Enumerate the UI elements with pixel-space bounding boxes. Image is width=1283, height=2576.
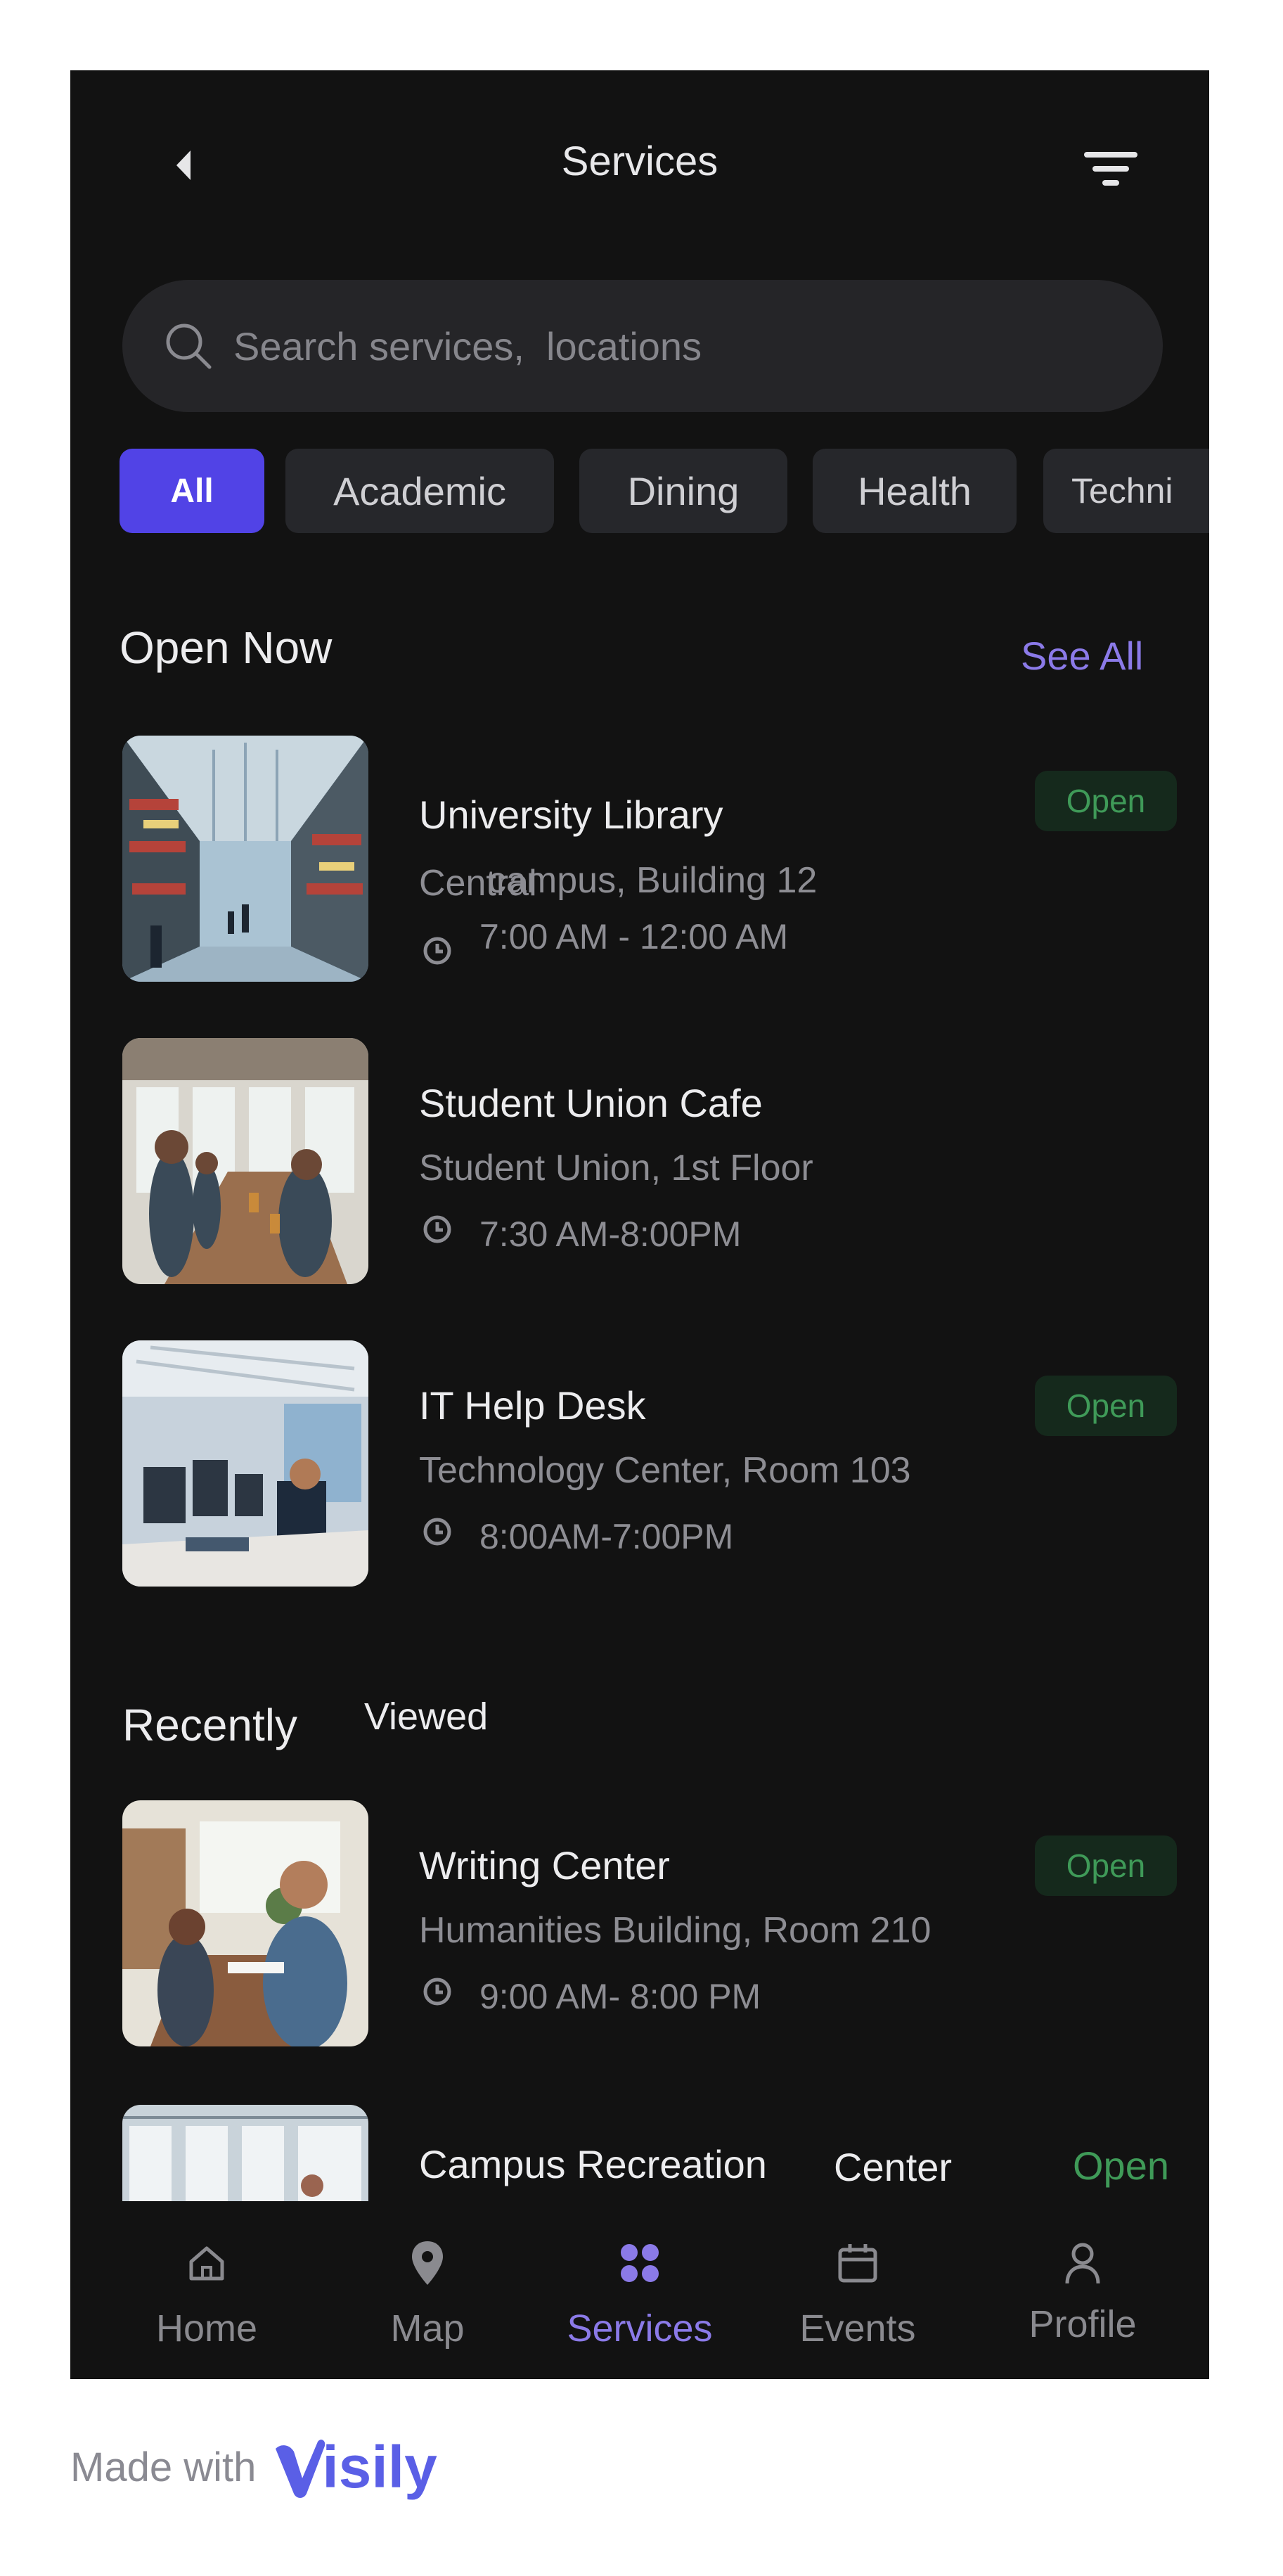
bottom-nav: Home Map Services Events Profile: [70, 2201, 1209, 2379]
clock-icon: [419, 933, 456, 969]
service-card-university-library[interactable]: University Library Central campus, Build…: [122, 736, 1205, 982]
clock-icon: [419, 1973, 456, 2010]
service-hours: 7:00 AM - 12:00 AM: [419, 904, 788, 969]
service-name: IT Help Desk: [419, 1383, 646, 1428]
nav-label: Profile: [1029, 2303, 1137, 2345]
nav-item-home[interactable]: Home: [115, 2201, 298, 2379]
made-with-text: Made with: [70, 2444, 257, 2490]
service-location: Student Union, 1st Floor: [419, 1148, 813, 1188]
library-photo: [122, 736, 368, 982]
user-icon: [991, 2235, 1174, 2291]
search-input[interactable]: [232, 322, 1078, 370]
service-name-part1: Campus Recreation: [419, 2142, 767, 2186]
service-hours-text: 7:00 AM - 12:00 AM: [479, 917, 789, 956]
service-location-overlap: campus, Building 12: [488, 860, 818, 901]
service-card-writing-center[interactable]: Writing Center Humanities Building, Room…: [122, 1800, 1205, 2046]
chip-dining[interactable]: Dining: [579, 449, 787, 533]
see-all-link[interactable]: See All: [1021, 633, 1143, 679]
it-desk-photo: [122, 1340, 368, 1587]
section-title-viewed: Viewed: [364, 1696, 489, 1738]
phone-screen: Services All Academic Dining Health Tech…: [70, 70, 1209, 2379]
clock-icon: [419, 1513, 456, 1550]
home-icon: [115, 2235, 298, 2291]
brand-text: isily: [322, 2434, 437, 2500]
nav-label: Home: [155, 2307, 258, 2350]
nav-item-profile[interactable]: Profile: [991, 2201, 1174, 2379]
nav-label: Services: [567, 2307, 713, 2350]
search-icon: [160, 318, 217, 374]
grid-icon: [548, 2235, 731, 2291]
service-hours: 7:30 AM-8:00PM: [419, 1214, 741, 1255]
visily-logo: isily: [271, 2433, 437, 2501]
map-pin-icon: [336, 2235, 519, 2291]
page-title: Services: [561, 139, 718, 184]
clock-icon: [419, 1211, 456, 1248]
service-location: Technology Center, Room 103: [419, 1450, 911, 1491]
service-name: Writing Center: [419, 1843, 670, 1888]
cafe-photo: [122, 1038, 368, 1284]
status-text: Open: [1073, 2144, 1169, 2188]
search-bar[interactable]: [122, 280, 1163, 412]
calendar-icon: [766, 2235, 949, 2291]
service-card-campus-recreation[interactable]: Campus Recreation Center Open: [122, 2105, 1205, 2201]
chip-academic[interactable]: Academic: [285, 449, 554, 533]
service-name-part2: Center: [834, 2145, 953, 2189]
service-card-student-union-cafe[interactable]: Student Union Cafe Student Union, 1st Fl…: [122, 1038, 1205, 1284]
chip-technology[interactable]: Techni: [1043, 449, 1209, 533]
section-title-open-now: Open Now: [120, 622, 333, 673]
service-hours-text: 8:00AM-7:00PM: [479, 1517, 734, 1556]
service-location: Humanities Building, Room 210: [419, 1910, 931, 1951]
nav-item-events[interactable]: Events: [766, 2201, 949, 2379]
filter-icon: [1084, 152, 1137, 186]
section-title-recently: Recently: [122, 1700, 297, 1750]
nav-item-services[interactable]: Services: [548, 2201, 731, 2379]
made-with-visily: Made with isily: [70, 2433, 437, 2501]
writing-center-photo: [122, 1800, 368, 2046]
service-hours-text: 7:30 AM-8:00PM: [479, 1215, 742, 1254]
nav-item-map[interactable]: Map: [336, 2201, 519, 2379]
status-badge: Open: [1035, 1376, 1177, 1436]
service-name: Student Union Cafe: [419, 1081, 763, 1125]
service-hours: 9:00 AM- 8:00 PM: [419, 1976, 761, 2017]
service-card-it-help-desk[interactable]: IT Help Desk Technology Center, Room 103…: [122, 1340, 1205, 1587]
service-hours: 8:00AM-7:00PM: [419, 1516, 733, 1557]
filter-button[interactable]: [1076, 134, 1146, 204]
status-badge: Open: [1035, 1835, 1177, 1896]
recreation-photo: [122, 2105, 368, 2201]
nav-label: Events: [799, 2307, 916, 2350]
chip-health[interactable]: Health: [813, 449, 1017, 533]
nav-label: Map: [390, 2307, 465, 2350]
service-name: University Library: [419, 793, 723, 837]
status-badge: Open: [1035, 771, 1177, 831]
service-hours-text: 9:00 AM- 8:00 PM: [479, 1977, 761, 2016]
chip-all[interactable]: All: [120, 449, 264, 533]
